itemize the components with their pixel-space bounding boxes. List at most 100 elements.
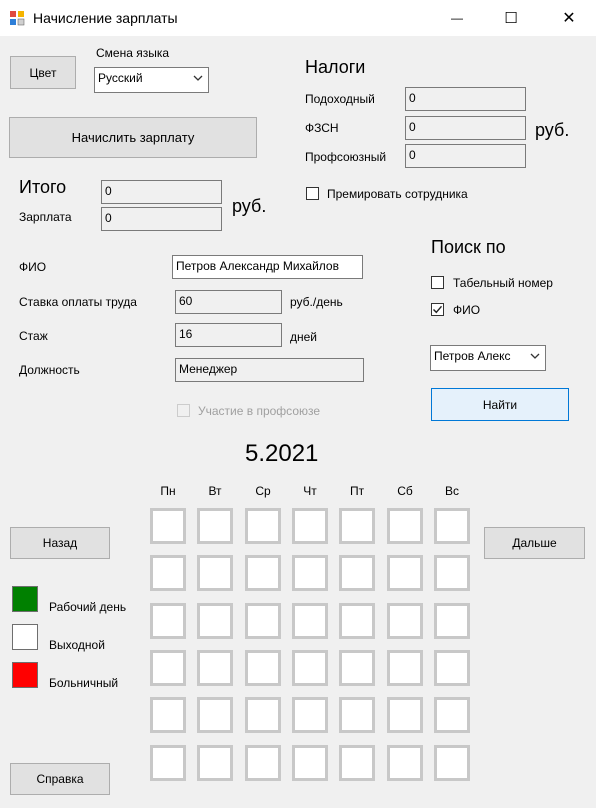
- calendar-day-cell[interactable]: [150, 650, 186, 686]
- calendar-day-cell[interactable]: [339, 650, 375, 686]
- search-heading: Поиск по: [431, 237, 506, 257]
- calendar-day-cell[interactable]: [339, 603, 375, 639]
- fio-field[interactable]: Петров Александр Михайлов: [172, 255, 363, 279]
- calendar-day-cell[interactable]: [197, 555, 233, 591]
- chevron-down-icon: [193, 75, 203, 81]
- calendar-day-cell[interactable]: [434, 508, 470, 544]
- calendar-day-cell[interactable]: [197, 508, 233, 544]
- calendar-day-cell[interactable]: [197, 697, 233, 733]
- calendar-day-cell[interactable]: [245, 508, 281, 544]
- calendar-day-cell[interactable]: [387, 745, 423, 781]
- calendar-day-cell[interactable]: [387, 555, 423, 591]
- calendar-day-cell[interactable]: [387, 508, 423, 544]
- calendar-day-cell[interactable]: [339, 745, 375, 781]
- taxes-heading: Налоги: [305, 57, 366, 77]
- search-by-tab-label: Табельный номер: [453, 276, 553, 290]
- calendar-day-cell[interactable]: [292, 745, 328, 781]
- close-icon: ✕: [562, 10, 576, 27]
- calendar-day-cell[interactable]: [150, 508, 186, 544]
- salary-label: Зарплата: [19, 210, 72, 224]
- maximize-icon: ☐: [504, 10, 518, 27]
- window-title: Начисление зарплаты: [33, 10, 178, 26]
- next-month-button[interactable]: Дальше: [484, 527, 585, 559]
- weekday-header: Сб: [397, 484, 413, 498]
- position-field[interactable]: Менеджер: [175, 358, 364, 382]
- rate-unit: руб./день: [290, 295, 343, 309]
- app-icon: [10, 11, 25, 26]
- weekday-header: Ср: [255, 484, 271, 498]
- calendar-day-cell[interactable]: [292, 508, 328, 544]
- calendar-day-cell[interactable]: [245, 697, 281, 733]
- calendar-day-cell[interactable]: [197, 650, 233, 686]
- income-tax-field[interactable]: 0: [405, 87, 526, 111]
- work-day-label: Рабочий день: [49, 600, 127, 614]
- weekday-header: Чт: [303, 484, 317, 498]
- total-heading: Итого: [19, 177, 67, 197]
- calendar-day-cell[interactable]: [245, 603, 281, 639]
- calendar-day-cell[interactable]: [150, 745, 186, 781]
- calendar-day-cell[interactable]: [434, 745, 470, 781]
- calendar-day-cell[interactable]: [434, 697, 470, 733]
- calendar-day-cell[interactable]: [387, 650, 423, 686]
- calendar-day-cell[interactable]: [387, 603, 423, 639]
- help-button[interactable]: Справка: [10, 763, 110, 795]
- calendar-day-cell[interactable]: [292, 603, 328, 639]
- calendar-day-cell[interactable]: [245, 650, 281, 686]
- calendar-day-cell[interactable]: [339, 508, 375, 544]
- calendar-day-cell[interactable]: [292, 650, 328, 686]
- experience-field[interactable]: 16: [175, 323, 282, 347]
- calendar-day-cell[interactable]: [197, 745, 233, 781]
- employee-select[interactable]: Петров Алекс: [430, 345, 546, 371]
- search-by-fio-checkbox[interactable]: [431, 303, 444, 316]
- minimize-icon: —: [451, 11, 463, 25]
- calendar-day-cell[interactable]: [434, 555, 470, 591]
- experience-unit: дней: [290, 330, 318, 344]
- maximize-button[interactable]: ☐: [488, 0, 534, 36]
- fio-label: ФИО: [19, 260, 47, 274]
- calendar-day-cell[interactable]: [150, 555, 186, 591]
- day-off-label: Выходной: [49, 638, 105, 652]
- employee-select-value: Петров Алекс: [434, 349, 511, 363]
- experience-label: Стаж: [19, 329, 48, 343]
- bonus-checkbox[interactable]: [306, 187, 319, 200]
- total-field[interactable]: 0: [101, 180, 222, 204]
- sick-day-swatch: [12, 662, 38, 688]
- prev-month-button[interactable]: Назад: [10, 527, 110, 559]
- find-button[interactable]: Найти: [431, 388, 569, 421]
- chevron-down-icon: [530, 353, 540, 359]
- minimize-button[interactable]: —: [434, 0, 480, 36]
- calendar-day-cell[interactable]: [434, 603, 470, 639]
- language-select[interactable]: Русский: [94, 67, 209, 93]
- calendar-day-cell[interactable]: [339, 697, 375, 733]
- position-label: Должность: [19, 363, 80, 377]
- taxes-unit: руб.: [535, 120, 570, 140]
- language-label: Смена языка: [96, 46, 170, 60]
- calendar-day-cell[interactable]: [434, 650, 470, 686]
- sick-day-label: Больничный: [49, 676, 119, 690]
- calendar-day-cell[interactable]: [339, 555, 375, 591]
- calculate-salary-button[interactable]: Начислить зарплату: [9, 117, 257, 158]
- calendar-day-cell[interactable]: [150, 603, 186, 639]
- close-button[interactable]: ✕: [546, 0, 592, 36]
- weekday-header: Пн: [160, 484, 176, 498]
- rate-field[interactable]: 60: [175, 290, 282, 314]
- calendar-day-cell[interactable]: [197, 603, 233, 639]
- union-tax-field[interactable]: 0: [405, 144, 526, 168]
- calendar-day-cell[interactable]: [245, 745, 281, 781]
- calendar-day-cell[interactable]: [292, 697, 328, 733]
- union-member-checkbox[interactable]: [177, 404, 190, 417]
- calendar-day-cell[interactable]: [245, 555, 281, 591]
- income-tax-label: Подоходный: [305, 92, 375, 106]
- color-button[interactable]: Цвет: [10, 56, 76, 89]
- salary-field[interactable]: 0: [101, 207, 222, 231]
- union-tax-label: Профсоюзный: [305, 150, 387, 164]
- search-by-tab-checkbox[interactable]: [431, 276, 444, 289]
- work-day-swatch: [12, 586, 38, 612]
- weekday-header: Пт: [349, 484, 365, 498]
- calendar-day-cell[interactable]: [150, 697, 186, 733]
- calendar-day-cell[interactable]: [292, 555, 328, 591]
- rate-label: Ставка оплаты труда: [19, 295, 137, 309]
- fszn-field[interactable]: 0: [405, 116, 526, 140]
- calendar-day-cell[interactable]: [387, 697, 423, 733]
- search-by-fio-label: ФИО: [453, 303, 481, 317]
